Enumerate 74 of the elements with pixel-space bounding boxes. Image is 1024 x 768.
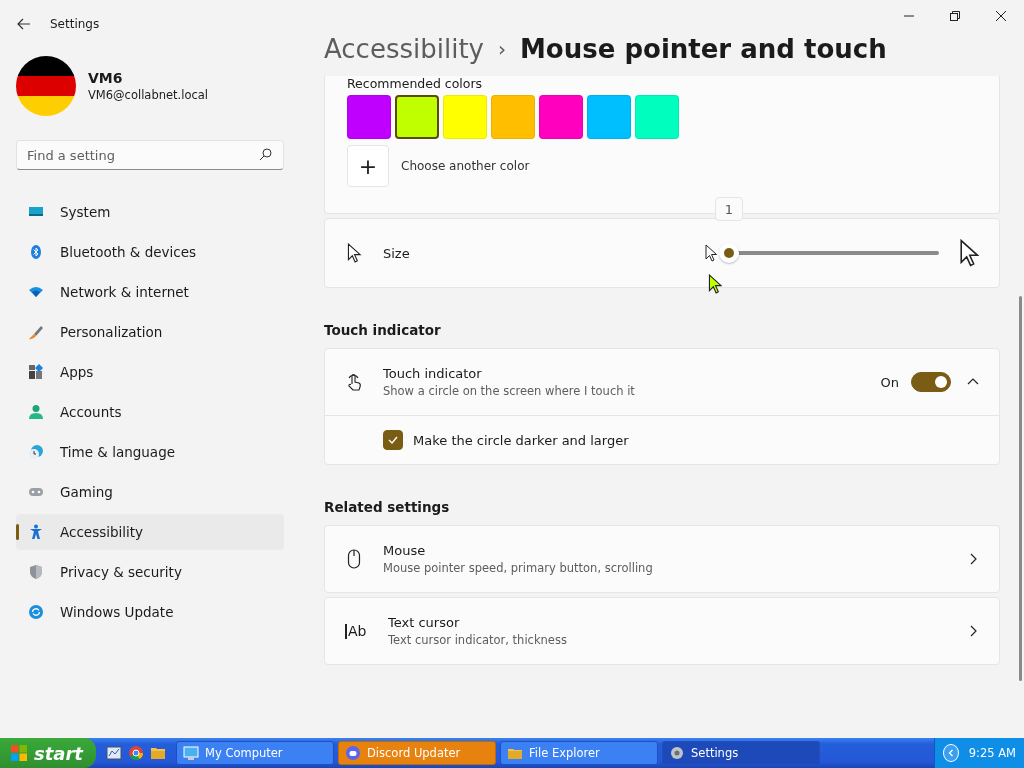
- sidebar-item[interactable]: Privacy & security: [16, 554, 284, 590]
- folder-icon[interactable]: [150, 745, 166, 761]
- taskbar-button[interactable]: Settings: [662, 741, 820, 765]
- breadcrumb-link[interactable]: Accessibility: [324, 34, 484, 64]
- back-icon[interactable]: [16, 16, 32, 32]
- toggle-label: On: [880, 374, 899, 390]
- tray-expand-button[interactable]: [943, 744, 959, 762]
- taskbar-button[interactable]: File Explorer: [500, 741, 658, 765]
- cursor-icon: [345, 243, 363, 263]
- sidebar-item[interactable]: Time & language: [16, 434, 284, 470]
- shield-icon: [28, 564, 44, 580]
- large-cursor-icon: [959, 239, 979, 267]
- windows-flag-icon: [10, 744, 28, 762]
- color-swatch[interactable]: [395, 95, 439, 139]
- section-label: Recommended colors: [347, 76, 484, 91]
- person-icon: [28, 404, 44, 420]
- taskbar-button[interactable]: My Computer: [176, 741, 334, 765]
- clock: 9:25 AM: [968, 746, 1016, 760]
- sidebar-item[interactable]: Personalization: [16, 314, 284, 350]
- related-setting[interactable]: Ab Text cursor Text cursor indicator, thickness: [324, 597, 1000, 665]
- search-icon[interactable]: [259, 148, 272, 161]
- mouse-icon: [345, 549, 363, 569]
- computer-icon: [183, 745, 199, 761]
- value-tooltip: 1: [715, 197, 743, 221]
- size-label: Size: [383, 245, 410, 261]
- page-title: Mouse pointer and touch: [520, 34, 887, 64]
- user-name: VM6: [88, 70, 124, 86]
- chart-icon[interactable]: [106, 745, 122, 761]
- apps-icon: [28, 364, 44, 380]
- related-setting[interactable]: Mouse Mouse pointer speed, primary button, scrolling: [324, 525, 1000, 593]
- checkbox[interactable]: [383, 430, 403, 450]
- toggle-switch[interactable]: [911, 372, 951, 392]
- globe-clock-icon: [28, 444, 44, 460]
- sidebar-item[interactable]: Network & internet: [16, 274, 284, 310]
- small-cursor-icon: [705, 244, 717, 262]
- search-field[interactable]: Find a setting: [16, 140, 284, 170]
- check-icon: [387, 434, 399, 446]
- sidebar-item[interactable]: Apps: [16, 354, 284, 390]
- pointer-icon: [708, 274, 722, 294]
- window-title: Settings: [50, 17, 100, 31]
- sidebar-item[interactable]: System: [16, 194, 284, 230]
- start-button[interactable]: start: [0, 738, 96, 768]
- gear-icon: [669, 745, 685, 761]
- add-color-label: Choose another color: [401, 159, 530, 173]
- bluetooth-icon: [28, 244, 44, 260]
- section-heading: Related settings: [324, 499, 451, 515]
- setting-description: Show a circle on the screen where I touch it: [383, 384, 635, 398]
- setting-description: Text cursor indicator, thickness: [388, 633, 567, 647]
- sidebar-item[interactable]: Windows Update: [16, 594, 284, 630]
- setting-title: Touch indicator: [383, 366, 483, 381]
- accessibility-icon: [28, 524, 44, 540]
- scrollbar[interactable]: [1019, 296, 1022, 681]
- size-slider[interactable]: [719, 243, 939, 263]
- setting-title: Text cursor: [388, 615, 461, 630]
- update-icon: [28, 604, 44, 620]
- wifi-icon: [28, 284, 44, 300]
- checkbox-label: Make the circle darker and larger: [413, 432, 629, 448]
- sidebar-item[interactable]: Gaming: [16, 474, 284, 510]
- chevron-left-icon: [946, 749, 955, 757]
- add-color-button[interactable]: +: [347, 145, 389, 187]
- setting-description: Mouse pointer speed, primary button, scrolling: [383, 561, 653, 575]
- avatar: [16, 56, 76, 116]
- section-heading: Touch indicator: [324, 322, 442, 338]
- breadcrumb-separator: ›: [498, 37, 506, 61]
- close-icon: [996, 11, 1006, 21]
- sidebar-item[interactable]: Accounts: [16, 394, 284, 430]
- touch-icon: [345, 372, 363, 392]
- setting-title: Mouse: [383, 543, 427, 558]
- user-email: VM6@collabnet.local: [88, 88, 209, 102]
- restore-icon: [950, 11, 960, 21]
- slider-thumb[interactable]: [719, 243, 739, 263]
- brush-icon: [28, 324, 44, 340]
- sidebar-item[interactable]: Accessibility: [16, 514, 284, 550]
- sidebar-item[interactable]: Bluetooth & devices: [16, 234, 284, 270]
